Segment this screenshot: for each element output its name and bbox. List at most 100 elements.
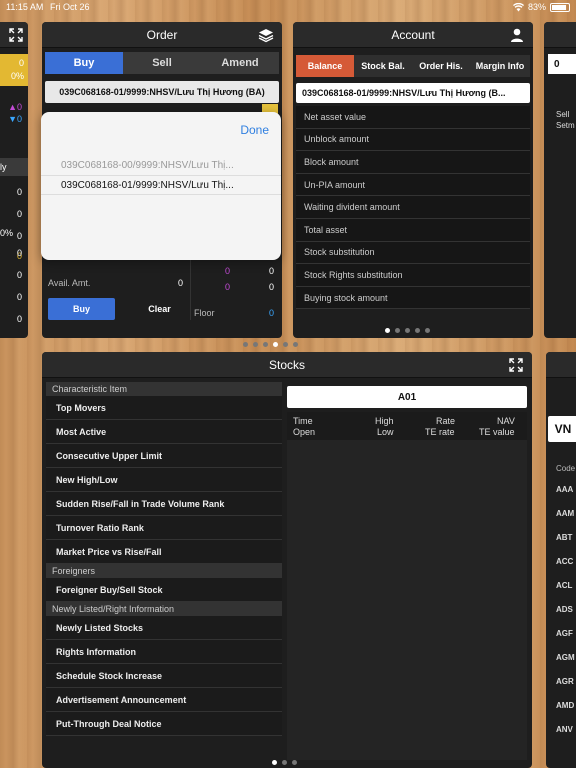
col-low: Low	[377, 427, 394, 437]
stock-code[interactable]: AGM	[556, 653, 575, 662]
menu-item[interactable]: Market Price vs Rise/Fall	[46, 540, 282, 564]
menu-item[interactable]: Advertisement Announcement	[46, 688, 282, 712]
col-nav: NAV	[497, 416, 515, 426]
stocks-panel: Stocks Characteristic Item Top Movers Mo…	[42, 352, 532, 768]
account-title: Account	[391, 27, 435, 42]
account-picker: Done 039C068168-00/9999:NHSV/Lưu Thị... …	[41, 112, 281, 260]
page-dot[interactable]	[395, 328, 400, 333]
side-value: 0	[225, 282, 231, 292]
page-dot[interactable]	[282, 760, 287, 765]
balance-item: Total asset	[296, 218, 530, 242]
menu-item[interactable]: Foreigner Buy/Sell Stock	[46, 578, 282, 602]
balance-item: Block amount	[296, 151, 530, 174]
right-partial-panel-bottom: VN Code AAA AAM ABT ACC ACL ADS AGF AGM …	[546, 352, 576, 768]
menu-item[interactable]: Sudden Rise/Fall in Trade Volume Rank	[46, 492, 282, 516]
stock-code[interactable]: ADS	[556, 605, 573, 614]
page-dot[interactable]	[253, 342, 258, 347]
menu-item[interactable]: Top Movers	[46, 396, 282, 420]
left-partial-panel: 0 0% ▲0 ▼0 ly 0 0 0 0 0% 0 0 0 0	[0, 22, 28, 338]
market-badge[interactable]: VN	[548, 416, 576, 442]
tab-sell[interactable]: Sell	[123, 52, 201, 74]
balance-list: Net asset value Unblock amount Block amo…	[296, 106, 530, 310]
tab-buy[interactable]: Buy	[45, 52, 123, 74]
stock-code[interactable]: ANV	[556, 725, 573, 734]
stock-code-field[interactable]: A01	[287, 386, 527, 408]
menu-item[interactable]: Turnover Ratio Rank	[46, 516, 282, 540]
stocks-table-body	[287, 440, 527, 760]
right-top-value[interactable]: 0	[548, 54, 576, 74]
picker-done-button[interactable]: Done	[240, 123, 269, 137]
tab-stock-balance[interactable]: Stock Bal.	[354, 55, 412, 77]
tab-order-history[interactable]: Order His.	[412, 55, 470, 77]
page-dots-top	[243, 342, 298, 347]
order-account-select[interactable]: 039C068168-01/9999:NHSV/Lưu Thị Hương (B…	[45, 81, 279, 103]
account-select[interactable]: 039C068168-01/9999:NHSV/Lưu Thị Hương (B…	[296, 83, 530, 103]
page-dot[interactable]	[415, 328, 420, 333]
page-dot[interactable]	[405, 328, 410, 333]
expand-icon[interactable]	[8, 27, 24, 43]
layers-icon[interactable]	[258, 27, 274, 43]
menu-item[interactable]: Consecutive Upper Limit	[46, 444, 282, 468]
balance-item: Un-PIA amount	[296, 173, 530, 197]
menu-item[interactable]: Put-Through Deal Notice	[46, 712, 282, 736]
battery-icon	[550, 2, 570, 12]
menu-item[interactable]: Most Active	[46, 420, 282, 444]
stock-code[interactable]: AGF	[556, 629, 573, 638]
expand-icon[interactable]	[508, 357, 524, 373]
stock-code[interactable]: ACC	[556, 557, 573, 566]
balance-item: Unblock amount	[296, 128, 530, 152]
page-dot-active[interactable]	[385, 328, 390, 333]
stocks-menu: Characteristic Item Top Movers Most Acti…	[46, 382, 282, 736]
left-value: 0	[16, 248, 22, 258]
left-up-count: 0	[16, 102, 22, 112]
left-value: 0	[16, 209, 22, 219]
page-dot[interactable]	[292, 760, 297, 765]
col-time: Time	[293, 416, 313, 426]
stock-code[interactable]: AAM	[556, 509, 574, 518]
tab-amend[interactable]: Amend	[201, 52, 279, 74]
user-icon[interactable]	[509, 27, 525, 43]
page-dot[interactable]	[243, 342, 248, 347]
page-dot[interactable]	[425, 328, 430, 333]
col-te-value: TE value	[479, 427, 515, 437]
right-partial-panel-top: 0 Sell Setm	[544, 22, 576, 338]
page-dot-active[interactable]	[272, 760, 277, 765]
left-top-value: 0	[18, 58, 24, 68]
menu-item[interactable]: Newly Listed Stocks	[46, 616, 282, 640]
left-value-pct: 0%	[0, 228, 14, 238]
stocks-header: Stocks	[42, 352, 532, 378]
col-open: Open	[293, 427, 316, 437]
stock-code[interactable]: ABT	[556, 533, 572, 542]
buy-button[interactable]: Buy	[48, 298, 115, 320]
section-header: Newly Listed/Right Information	[46, 602, 282, 616]
stock-code[interactable]: ACL	[556, 581, 572, 590]
page-dot[interactable]	[283, 342, 288, 347]
tab-margin-info[interactable]: Margin Info	[470, 55, 530, 77]
page-dot-active[interactable]	[273, 342, 278, 347]
menu-item[interactable]: Schedule Stock Increase	[46, 664, 282, 688]
stock-code[interactable]: AGR	[556, 677, 574, 686]
right-bottom-header	[546, 352, 576, 378]
right-top-header	[544, 22, 576, 48]
stock-code[interactable]: AMD	[556, 701, 574, 710]
order-title: Order	[146, 27, 178, 42]
avail-amount-value: 0	[178, 278, 184, 288]
menu-item[interactable]: New High/Low	[46, 468, 282, 492]
picker-option-selected[interactable]: 039C068168-01/9999:NHSV/Lưu Thị...	[41, 175, 281, 195]
left-label-fragment: ly	[0, 158, 28, 176]
up-arrow-icon: ▲	[8, 102, 17, 112]
stocks-table-header: Time Open High Low Rate TE rate NAV TE v…	[287, 412, 527, 440]
clear-button[interactable]: Clear	[126, 298, 193, 320]
picker-option[interactable]: 039C068168-00/9999:NHSV/Lưu Thị...	[41, 155, 281, 175]
menu-item[interactable]: Rights Information	[46, 640, 282, 664]
page-dot[interactable]	[263, 342, 268, 347]
stocks-title: Stocks	[268, 357, 305, 372]
tab-balance[interactable]: Balance	[296, 55, 354, 77]
left-value: 0	[16, 314, 22, 324]
page-dot[interactable]	[293, 342, 298, 347]
left-panel-header	[0, 22, 28, 48]
col-high: High	[375, 416, 394, 426]
code-header: Code	[556, 464, 576, 473]
stock-code[interactable]: AAA	[556, 485, 573, 494]
balance-item: Buying stock amount	[296, 286, 530, 310]
